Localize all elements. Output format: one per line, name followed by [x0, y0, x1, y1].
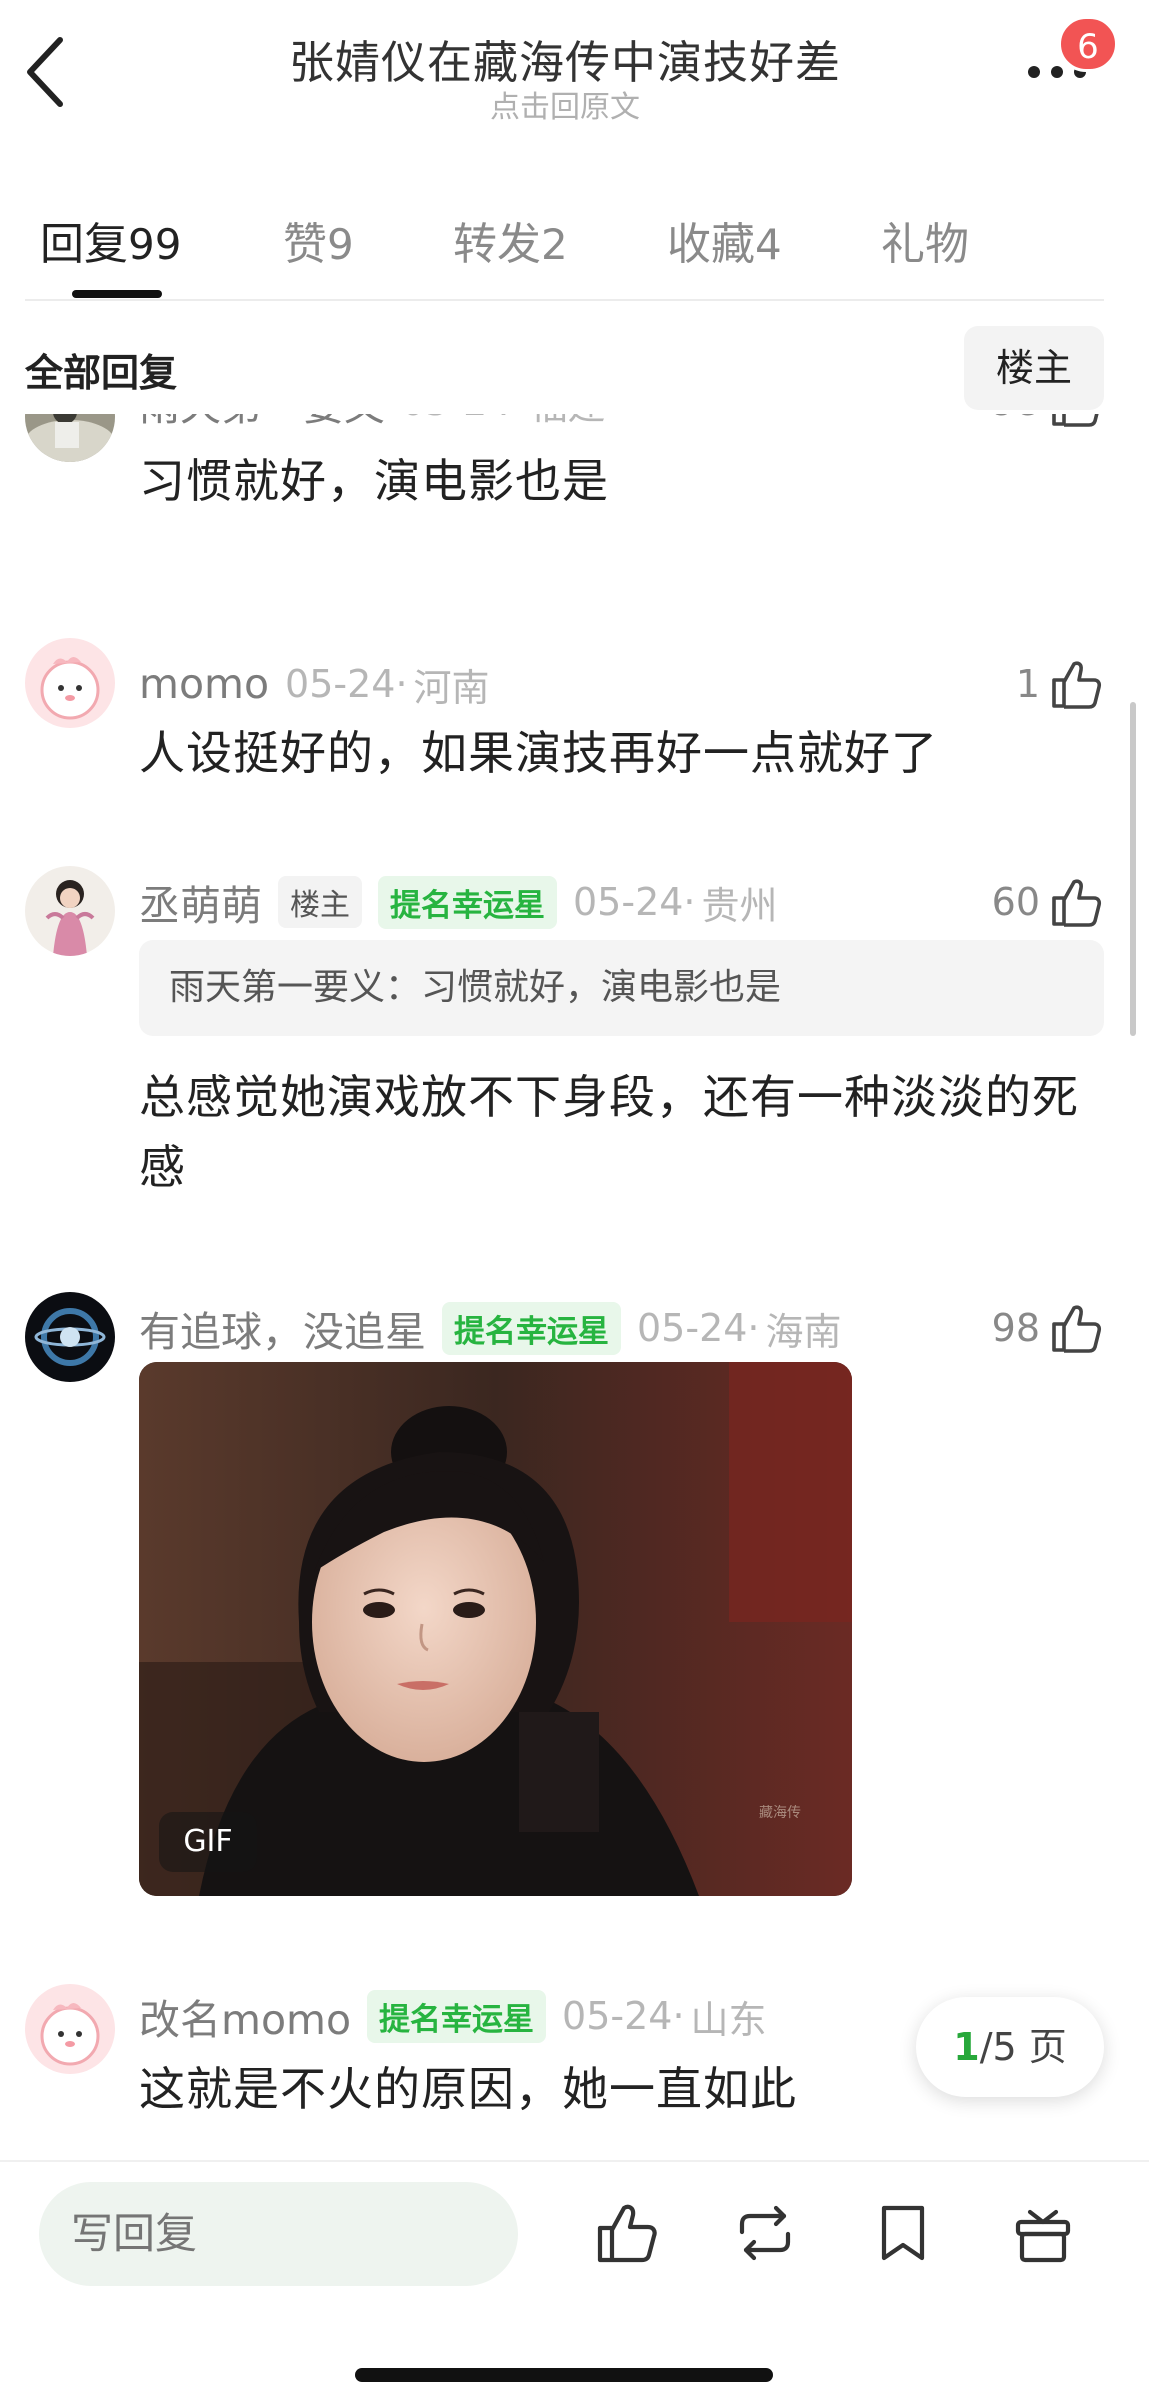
lucky-star-tag[interactable]: 提名幸运星: [442, 1301, 621, 1355]
comment-item: momo 05-24· 河南 1 人设挺好的，如果演技再好一点就好了: [0, 638, 1149, 798]
comment-location: 山东: [690, 1997, 767, 2042]
username[interactable]: 丞萌萌: [139, 872, 262, 932]
avatar[interactable]: [25, 1292, 115, 1382]
tab-reposts[interactable]: 转发2: [453, 208, 568, 272]
current-page: 1: [953, 2025, 980, 2069]
thumbs-up-icon: [1052, 414, 1099, 427]
tab-count: 99: [128, 220, 182, 269]
comment-time: 05-24·: [562, 1994, 685, 2038]
tab-label: 转发: [453, 219, 541, 270]
thumbs-up-icon[interactable]: [592, 2198, 662, 2268]
page-indicator[interactable]: 1/5 页: [916, 1997, 1104, 2097]
comment-meta: momo 05-24· 河南: [139, 656, 490, 712]
notification-badge: 6: [1058, 16, 1118, 72]
tab-label: 礼物: [881, 219, 969, 270]
tab-count: 2: [541, 220, 568, 269]
like-button[interactable]: 60: [992, 872, 1104, 932]
comment-time: 05-24·: [573, 880, 696, 924]
avatar[interactable]: [25, 1984, 115, 2074]
scrollbar[interactable]: [1130, 702, 1136, 1036]
like-count: 60: [991, 880, 1040, 924]
comment-item: 丞萌萌 楼主 提名幸运星 05-24· 贵州 60 雨天第一要义：习惯就好，演电…: [0, 866, 1149, 1196]
username[interactable]: 有追球，没追星: [139, 1298, 426, 1358]
back-to-original-link[interactable]: 点击回原文: [380, 82, 750, 126]
thumbs-up-icon: [1052, 661, 1102, 709]
comment-item: 雨天第一要义 05-24· 福建 98 习惯就好，演电影也是: [0, 414, 1149, 552]
gif-watermark: 藏海传: [759, 1805, 801, 1821]
thumbs-up-icon: [1052, 879, 1102, 927]
comment-location: 海南: [765, 1309, 842, 1354]
thumbs-up-icon: [1052, 1305, 1102, 1353]
tab-likes[interactable]: 赞9: [283, 208, 354, 272]
quote-text: 习惯就好，演电影也是: [421, 967, 782, 1008]
comment-text: 总感觉她演戏放不下身段，还有一种淡淡的死感: [139, 1070, 1079, 1194]
lucky-star-tag[interactable]: 提名幸运星: [367, 1989, 547, 2043]
like-count: 98: [992, 414, 1040, 424]
tab-gifts[interactable]: 礼物: [881, 208, 969, 272]
back-arrow-icon[interactable]: [22, 34, 72, 110]
home-indicator[interactable]: [355, 2368, 773, 2382]
owner-only-filter-button[interactable]: 楼主: [964, 326, 1104, 410]
comment-meta: 改名momo 提名幸运星 05-24· 山东: [139, 1988, 767, 2044]
like-count: 98: [991, 1306, 1040, 1350]
tab-replies[interactable]: 回复99: [40, 208, 181, 272]
comment-text: 习惯就好，演电影也是: [139, 454, 609, 508]
username[interactable]: 雨天第一要义: [139, 414, 385, 432]
tab-count: 9: [327, 220, 354, 269]
comment-meta: 有追球，没追星 提名幸运星 05-24· 海南: [139, 1300, 842, 1356]
lucky-star-tag[interactable]: 提名幸运星: [378, 875, 557, 929]
like-count: 1: [1015, 662, 1040, 706]
tab-label: 回复: [40, 219, 128, 270]
avatar[interactable]: [25, 414, 115, 462]
comment-location: 河南: [413, 665, 490, 710]
owner-tag: 楼主: [278, 876, 362, 928]
comment-list: 雨天第一要义 05-24· 福建 98 习惯就好，演电影也是 momo 05-2…: [0, 414, 1149, 2160]
total-pages: /5 页: [979, 2025, 1067, 2069]
username[interactable]: 改名momo: [139, 1986, 351, 2046]
tab-count: 4: [755, 220, 782, 269]
tab-label: 赞: [283, 219, 327, 270]
quoted-reply[interactable]: 雨天第一要义：习惯就好，演电影也是: [139, 940, 1104, 1036]
comment-time: 05-24·: [637, 1306, 760, 1350]
avatar[interactable]: [25, 638, 115, 728]
like-button[interactable]: 98: [992, 1298, 1104, 1358]
comment-location: 贵州: [701, 883, 778, 928]
divider: [0, 2160, 1149, 2162]
repost-icon[interactable]: [730, 2198, 800, 2268]
tab-bar: 回复99 赞9 转发2 收藏4 礼物: [0, 200, 1149, 300]
comment-meta: 雨天第一要义 05-24· 福建: [139, 414, 606, 430]
comment-time: 05-24·: [401, 414, 524, 424]
top-nav-bar: 张婧仪在藏海传中演技好差 点击回原文 6: [0, 0, 1149, 130]
bookmark-icon[interactable]: [868, 2198, 938, 2268]
active-tab-indicator: [72, 290, 162, 298]
gif-label: GIF: [159, 1812, 257, 1872]
comment-meta: 丞萌萌 楼主 提名幸运星 05-24· 贵州: [139, 874, 778, 930]
divider: [25, 299, 1104, 301]
like-button[interactable]: 98: [992, 414, 1104, 432]
comment-location: 福建: [530, 414, 606, 430]
all-replies-heading: 全部回复: [25, 351, 178, 395]
gift-icon[interactable]: [1008, 2198, 1078, 2268]
reply-input[interactable]: [39, 2182, 518, 2286]
username[interactable]: momo: [139, 660, 269, 708]
avatar[interactable]: [25, 866, 115, 956]
quote-author: 雨天第一要义：: [169, 967, 422, 1008]
comment-time: 05-24·: [285, 662, 408, 706]
tab-label: 收藏: [667, 219, 755, 270]
like-button[interactable]: 1: [1016, 654, 1104, 714]
comment-text: 人设挺好的，如果演技再好一点就好了: [139, 726, 938, 780]
gif-image[interactable]: 藏海传 GIF: [139, 1362, 852, 1896]
tab-favorites[interactable]: 收藏4: [667, 208, 782, 272]
